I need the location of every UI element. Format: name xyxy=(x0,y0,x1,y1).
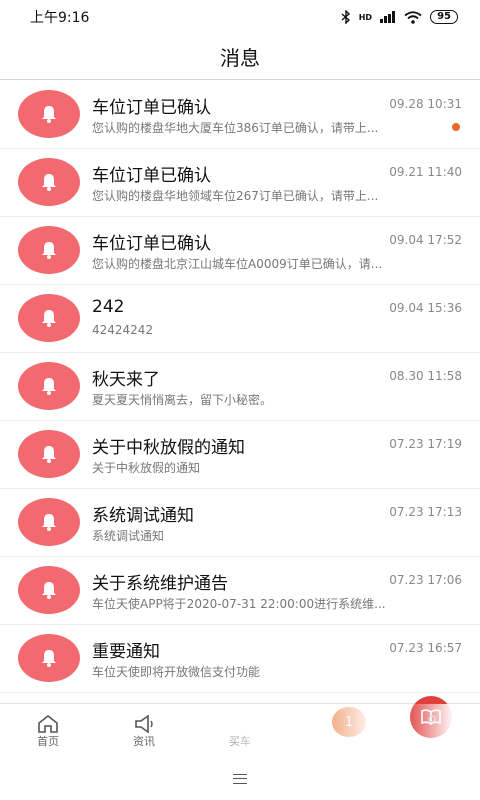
bell-icon xyxy=(42,310,56,327)
tab-home[interactable]: 首页 xyxy=(0,704,96,758)
message-item[interactable]: 重要通知 07.23 16:57 车位天使即将开放微信支付功能 xyxy=(0,625,480,693)
message-count-badge: 1 xyxy=(332,707,366,737)
bell-icon xyxy=(42,514,56,531)
status-time: 上午9:16 xyxy=(30,10,90,26)
page-header: 消息 xyxy=(0,34,480,80)
bell-icon xyxy=(42,378,56,395)
message-item[interactable]: 关于中秋放假的通知 07.23 17:19 关于中秋放假的通知 xyxy=(0,421,480,489)
unread-dot xyxy=(452,123,460,131)
message-title: 重要通知 xyxy=(92,642,160,662)
home-icon xyxy=(38,714,58,733)
message-avatar xyxy=(18,634,80,682)
signal-icon xyxy=(380,11,396,23)
bell-icon xyxy=(42,174,56,191)
message-preview: 您认购的楼盘华地领域车位267订单已确认，请带上... xyxy=(92,189,379,203)
message-item[interactable]: 秋天来了 08.30 11:58 夏天夏天悄悄离去，留下小秘密。 xyxy=(0,353,480,421)
message-time: 07.23 17:06 xyxy=(389,573,462,587)
message-title: 车位订单已确认 xyxy=(92,166,211,186)
message-avatar xyxy=(18,226,80,274)
message-avatar xyxy=(18,362,80,410)
message-preview: 关于中秋放假的通知 xyxy=(92,461,201,475)
message-title: 242 xyxy=(92,297,125,317)
message-avatar xyxy=(18,566,80,614)
system-nav-bar xyxy=(0,757,480,800)
message-list: 车位订单已确认 09.28 10:31 您认购的楼盘华地大厦车位386订单已确认，请… xyxy=(0,81,480,701)
message-time: 09.04 15:36 xyxy=(389,301,462,315)
message-item[interactable]: 系统调试通知 07.23 17:13 系统调试通知 xyxy=(0,489,480,557)
message-title: 车位订单已确认 xyxy=(92,98,211,118)
tab-news-label: 资讯 xyxy=(133,735,155,748)
message-item[interactable]: 车位订单已确认 09.04 17:52 您认购的楼盘北京江山城车位A0009订单已确… xyxy=(0,217,480,285)
message-avatar xyxy=(18,90,80,138)
message-item[interactable]: 车位订单已确认 09.28 10:31 您认购的楼盘华地大厦车位386订单已确认，请… xyxy=(0,81,480,149)
status-icons: HD 95 xyxy=(341,10,458,24)
bell-icon xyxy=(42,242,56,259)
message-title: 关于系统维护通告 xyxy=(92,574,228,594)
status-bar: 上午9:16 HD 95 xyxy=(0,0,480,34)
wifi-icon xyxy=(404,10,422,24)
message-time: 07.23 16:57 xyxy=(389,641,462,655)
tab-news[interactable]: 资讯 xyxy=(96,704,192,758)
message-avatar xyxy=(18,294,80,342)
message-item[interactable]: 关于系统维护通告 07.23 17:06 车位天使APP将于2020-07-31 2… xyxy=(0,557,480,625)
user-icon xyxy=(428,715,436,723)
message-title: 系统调试通知 xyxy=(92,506,194,526)
message-time: 09.04 17:52 xyxy=(389,233,462,247)
bell-icon xyxy=(42,106,56,123)
message-preview: 系统调试通知 xyxy=(92,529,165,543)
message-avatar xyxy=(18,158,80,206)
message-preview: 夏天夏天悄悄离去，留下小秘密。 xyxy=(92,393,273,407)
tab-profile[interactable] xyxy=(384,704,480,758)
message-time: 09.21 11:40 xyxy=(389,165,462,179)
message-preview: 车位天使APP将于2020-07-31 22:00:00进行系统维... xyxy=(92,597,386,611)
bell-icon xyxy=(42,446,56,463)
message-avatar xyxy=(18,430,80,478)
message-time: 07.23 17:13 xyxy=(389,505,462,519)
message-preview: 车位天使即将开放微信支付功能 xyxy=(92,665,261,679)
bell-icon xyxy=(42,582,56,599)
tab-home-label: 首页 xyxy=(37,735,59,748)
message-preview: 42424242 xyxy=(92,323,154,337)
message-time: 09.28 10:31 xyxy=(389,97,462,111)
message-preview: 您认购的楼盘华地大厦车位386订单已确认，请带上... xyxy=(92,121,379,135)
menu-icon[interactable] xyxy=(233,773,247,784)
message-title: 车位订单已确认 xyxy=(92,234,211,254)
message-time: 08.30 11:58 xyxy=(389,369,462,383)
message-time: 07.23 17:19 xyxy=(389,437,462,451)
tab-buy[interactable]: 买车 xyxy=(192,696,452,758)
battery-indicator: 95 xyxy=(430,10,458,24)
megaphone-icon xyxy=(135,714,153,734)
bottom-tab-bar: 首页 资讯 买车 1 xyxy=(0,696,480,800)
bluetooth-icon xyxy=(341,10,350,24)
tab-buy-label: 买车 xyxy=(229,735,251,748)
message-preview: 您认购的楼盘北京江山城车位A0009订单已确认，请... xyxy=(92,257,383,271)
page-title: 消息 xyxy=(220,46,260,70)
message-avatar xyxy=(18,498,80,546)
message-title: 秋天来了 xyxy=(92,370,160,390)
message-item[interactable]: 242 09.04 15:36 42424242 xyxy=(0,285,480,353)
network-type-label: HD xyxy=(358,12,373,22)
bell-icon xyxy=(42,650,56,667)
message-title: 关于中秋放假的通知 xyxy=(92,438,245,458)
message-item[interactable]: 车位订单已确认 09.21 11:40 您认购的楼盘华地领域车位267订单已确认，请… xyxy=(0,149,480,217)
